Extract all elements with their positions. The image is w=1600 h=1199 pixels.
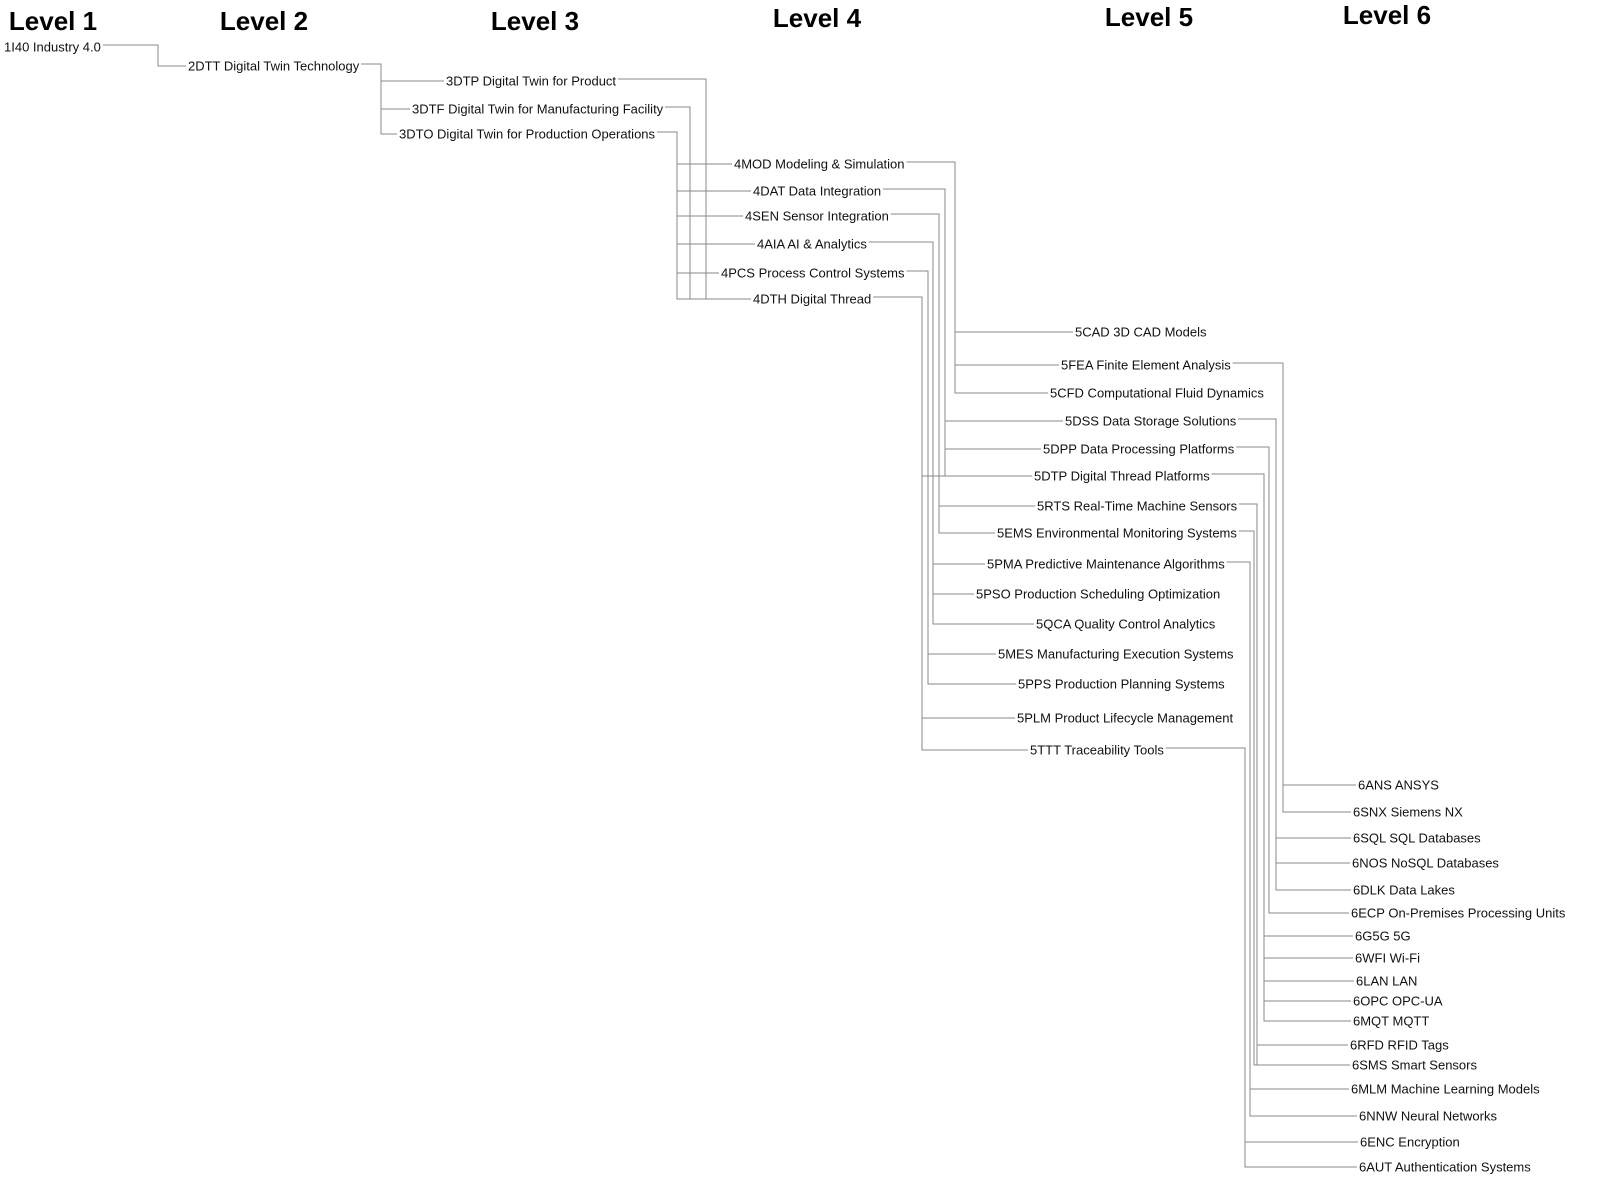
edge-3dto-4sen bbox=[657, 131, 743, 217]
node-6opc: 6OPC OPC-UA bbox=[1353, 994, 1443, 1009]
node-1i40: 1I40 Industry 4.0 bbox=[4, 40, 101, 55]
hierarchy-diagram: Level 1 Level 2 Level 3 Level 4 Level 5 Level… bbox=[4, 0, 1566, 1175]
node-labels: 1I40 Industry 4.0 2DTT Digital Twin Techn… bbox=[4, 40, 1566, 1175]
edge-5pma-6nnw bbox=[1226, 561, 1357, 1117]
edge-5dtp-6opc bbox=[1211, 473, 1351, 1002]
edge-5ttt-6enc bbox=[1165, 747, 1358, 1143]
edge-3dto-4pcs bbox=[657, 131, 719, 274]
node-5fea: 5FEA Finite Element Analysis bbox=[1061, 358, 1231, 373]
node-4pcs: 4PCS Process Control Systems bbox=[721, 266, 905, 281]
edge-4pcs-5pps bbox=[906, 270, 1016, 685]
node-4dat: 4DAT Data Integration bbox=[753, 184, 881, 199]
node-6sql: 6SQL SQL Databases bbox=[1353, 831, 1481, 846]
edge-5ems-6sms bbox=[1238, 530, 1350, 1066]
edge-2dtt-3dto bbox=[361, 63, 397, 135]
edge-3dtp-4sen bbox=[618, 78, 743, 217]
edge-5rts-6rfd bbox=[1239, 503, 1348, 1046]
level-heading-6: Level 6 bbox=[1343, 0, 1431, 30]
node-6nnw: 6NNW Neural Networks bbox=[1359, 1109, 1497, 1124]
node-6g5g: 6G5G 5G bbox=[1355, 929, 1411, 944]
edge-4mod-5fea bbox=[906, 161, 1059, 366]
node-6mlm: 6MLM Machine Learning Models bbox=[1351, 1082, 1540, 1097]
node-5qca: 5QCA Quality Control Analytics bbox=[1036, 617, 1216, 632]
edges bbox=[102, 44, 1358, 1168]
node-5cfd: 5CFD Computational Fluid Dynamics bbox=[1050, 386, 1264, 401]
edge-3dtf-4aia bbox=[665, 106, 755, 245]
node-5pma: 5PMA Predictive Maintenance Algorithms bbox=[987, 557, 1225, 572]
edge-1i40-2dtt bbox=[102, 44, 186, 67]
level-heading-4: Level 4 bbox=[773, 3, 862, 33]
level-heading-3: Level 3 bbox=[491, 6, 579, 36]
node-6enc: 6ENC Encryption bbox=[1360, 1135, 1460, 1150]
node-6ecp: 6ECP On-Premises Processing Units bbox=[1351, 906, 1566, 921]
node-4dth: 4DTH Digital Thread bbox=[753, 292, 871, 307]
edge-5dss-6sql bbox=[1238, 418, 1351, 839]
node-6sms: 6SMS Smart Sensors bbox=[1352, 1058, 1477, 1073]
node-6rfd: 6RFD RFID Tags bbox=[1350, 1038, 1449, 1053]
node-4mod: 4MOD Modeling & Simulation bbox=[734, 157, 905, 172]
node-5pps: 5PPS Production Planning Systems bbox=[1018, 677, 1225, 692]
level-heading-5: Level 5 bbox=[1105, 2, 1193, 32]
node-6nos: 6NOS NoSQL Databases bbox=[1352, 856, 1499, 871]
edge-5dtp-6g5g bbox=[1211, 473, 1353, 937]
node-6dlk: 6DLK Data Lakes bbox=[1353, 883, 1455, 898]
node-6mqt: 6MQT MQTT bbox=[1353, 1014, 1429, 1029]
node-4sen: 4SEN Sensor Integration bbox=[745, 209, 889, 224]
edge-5dss-6dlk bbox=[1238, 418, 1351, 891]
node-5plm: 5PLM Product Lifecycle Management bbox=[1017, 711, 1233, 726]
edge-3dtf-4mod bbox=[665, 106, 732, 165]
level-headings: Level 1 Level 2 Level 3 Level 4 Level 5 Level… bbox=[9, 0, 1431, 36]
edge-3dtp-4mod bbox=[618, 78, 732, 165]
node-5rts: 5RTS Real-Time Machine Sensors bbox=[1037, 499, 1238, 514]
node-6snx: 6SNX Siemens NX bbox=[1353, 805, 1463, 820]
node-5ems: 5EMS Environmental Monitoring Systems bbox=[997, 526, 1237, 541]
node-6aut: 6AUT Authentication Systems bbox=[1359, 1160, 1531, 1175]
node-2dtt: 2DTT Digital Twin Technology bbox=[188, 59, 360, 74]
node-3dto: 3DTO Digital Twin for Production Operati… bbox=[399, 127, 656, 142]
node-5mes: 5MES Manufacturing Execution Systems bbox=[998, 647, 1234, 662]
level-heading-2: Level 2 bbox=[220, 6, 308, 36]
edge-4sen-5rts bbox=[890, 213, 1035, 507]
edge-5dss-6nos bbox=[1238, 418, 1350, 864]
edge-5fea-6ans bbox=[1232, 362, 1356, 786]
level-heading-1: Level 1 bbox=[9, 6, 97, 36]
edge-5dpp-6ecp bbox=[1236, 446, 1349, 914]
node-6ans: 6ANS ANSYS bbox=[1358, 778, 1439, 793]
edge-4aia-5pma bbox=[868, 241, 985, 565]
edge-2dtt-3dtf bbox=[361, 63, 410, 110]
node-6wfi: 6WFI Wi-Fi bbox=[1355, 951, 1420, 966]
node-5ttt: 5TTT Traceability Tools bbox=[1030, 743, 1164, 758]
node-5pso: 5PSO Production Scheduling Optimization bbox=[976, 587, 1220, 602]
node-4aia: 4AIA AI & Analytics bbox=[757, 237, 867, 252]
node-5dtp: 5DTP Digital Thread Platforms bbox=[1034, 469, 1210, 484]
node-5dss: 5DSS Data Storage Solutions bbox=[1065, 414, 1237, 429]
edge-4aia-5pso bbox=[868, 241, 974, 595]
node-3dtp: 3DTP Digital Twin for Product bbox=[446, 74, 616, 89]
edge-4dat-5dpp bbox=[883, 188, 1041, 450]
edge-5fea-6snx bbox=[1232, 362, 1351, 813]
edge-2dtt-3dtp bbox=[361, 63, 444, 82]
edge-3dto-4mod bbox=[657, 131, 732, 165]
edge-4mod-5cad bbox=[906, 161, 1073, 333]
node-5cad: 5CAD 3D CAD Models bbox=[1075, 325, 1207, 340]
edge-4dth-5plm bbox=[873, 296, 1015, 719]
node-6lan: 6LAN LAN bbox=[1356, 974, 1417, 989]
edge-4sen-5ems bbox=[890, 213, 995, 534]
node-5dpp: 5DPP Data Processing Platforms bbox=[1043, 442, 1235, 457]
node-3dtf: 3DTF Digital Twin for Manufacturing Faci… bbox=[412, 102, 664, 117]
edge-4dat-5dss bbox=[883, 188, 1063, 422]
edge-3dtf-4dat bbox=[665, 106, 751, 192]
